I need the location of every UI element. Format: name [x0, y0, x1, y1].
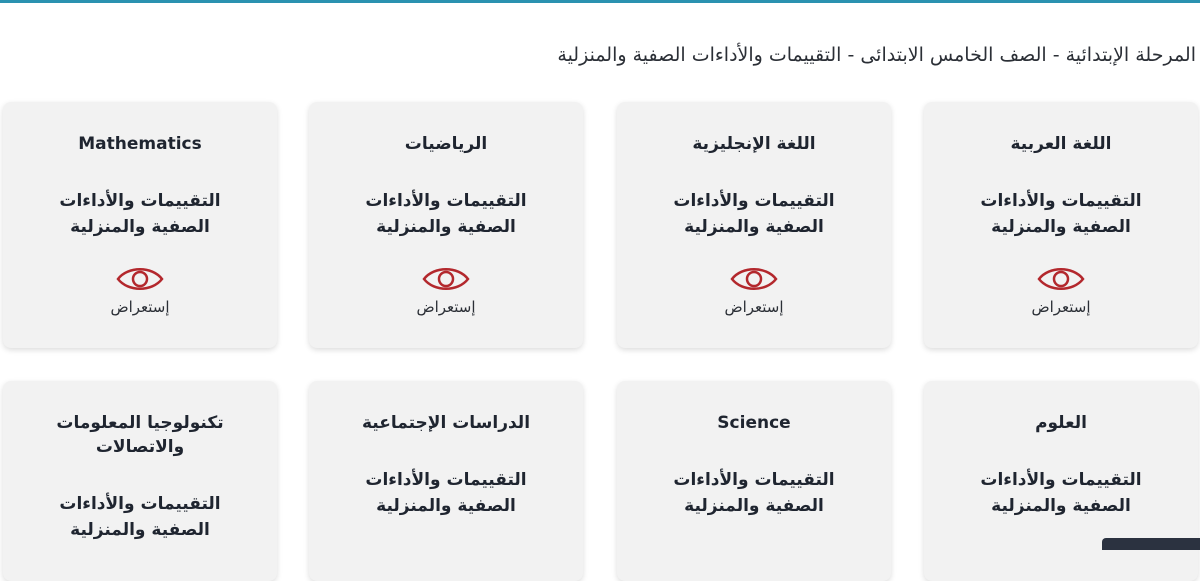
- card-description-line1: التقييمات والأداءات: [673, 191, 835, 211]
- card-description-line1: التقييمات والأداءات: [980, 191, 1142, 211]
- view-link[interactable]: إستعراض: [80, 298, 200, 316]
- card-description-line1: التقييمات والأداءات: [980, 470, 1142, 490]
- card-description-line1: التقييمات والأداءات: [59, 494, 221, 514]
- subjects-grid: اللغة العربية التقييمات والأداءات الصفية…: [0, 0, 1200, 581]
- card-description: التقييمات والأداءات الصفية والمنزلية: [944, 467, 1178, 519]
- eye-icon[interactable]: [730, 264, 778, 294]
- card-description: التقييمات والأداءات الصفية والمنزلية: [944, 188, 1178, 240]
- card-title: الرياضيات: [404, 134, 488, 154]
- card-title: تكنولوجيا المعلومات والاتصالات: [56, 413, 224, 457]
- subject-card-math-ar[interactable]: الرياضيات التقييمات والأداءات الصفية وال…: [309, 102, 583, 348]
- card-title: Mathematics: [78, 134, 202, 154]
- card-title: العلوم: [1035, 413, 1087, 433]
- floating-widget[interactable]: [1102, 538, 1200, 550]
- eye-icon[interactable]: [116, 264, 164, 294]
- card-description-line2: الصفية والمنزلية: [70, 520, 210, 540]
- view-link[interactable]: إستعراض: [694, 298, 814, 316]
- subject-card-science[interactable]: Science التقييمات والأداءات الصفية والمن…: [617, 381, 891, 581]
- card-description: التقييمات والأداءات الصفية والمنزلية: [329, 467, 563, 519]
- card-title: اللغة الإنجليزية: [692, 134, 816, 154]
- card-description-line2: الصفية والمنزلية: [684, 217, 824, 237]
- card-title: الدراسات الإجتماعية: [361, 413, 531, 433]
- subject-card-ict[interactable]: تكنولوجيا المعلومات والاتصالات التقييمات…: [3, 381, 277, 581]
- view-link[interactable]: إستعراض: [386, 298, 506, 316]
- eye-icon[interactable]: [422, 264, 470, 294]
- card-description: التقييمات والأداءات الصفية والمنزلية: [637, 467, 871, 519]
- subject-card-mathematics[interactable]: Mathematics التقييمات والأداءات الصفية و…: [3, 102, 277, 348]
- card-description-line2: الصفية والمنزلية: [376, 496, 516, 516]
- eye-icon[interactable]: [1037, 264, 1085, 294]
- card-description: التقييمات والأداءات الصفية والمنزلية: [23, 491, 257, 543]
- card-title: اللغة العربية: [1010, 134, 1112, 154]
- card-description: التقييمات والأداءات الصفية والمنزلية: [637, 188, 871, 240]
- card-description-line2: الصفية والمنزلية: [991, 496, 1131, 516]
- card-description-line2: الصفية والمنزلية: [376, 217, 516, 237]
- card-description-line1: التقييمات والأداءات: [365, 191, 527, 211]
- card-description-line1: التقييمات والأداءات: [365, 470, 527, 490]
- card-description-line1: التقييمات والأداءات: [59, 191, 221, 211]
- subject-card-social-studies[interactable]: الدراسات الإجتماعية التقييمات والأداءات …: [309, 381, 583, 581]
- card-description-line2: الصفية والمنزلية: [991, 217, 1131, 237]
- view-link[interactable]: إستعراض: [1001, 298, 1121, 316]
- card-description: التقييمات والأداءات الصفية والمنزلية: [23, 188, 257, 240]
- card-description-line2: الصفية والمنزلية: [70, 217, 210, 237]
- card-description-line1: التقييمات والأداءات: [673, 470, 835, 490]
- card-description-line2: الصفية والمنزلية: [684, 496, 824, 516]
- subject-card-arabic[interactable]: اللغة العربية التقييمات والأداءات الصفية…: [924, 102, 1198, 348]
- subject-card-science-ar[interactable]: العلوم التقييمات والأداءات الصفية والمنز…: [924, 381, 1198, 581]
- card-title: Science: [717, 413, 791, 433]
- subject-card-english[interactable]: اللغة الإنجليزية التقييمات والأداءات الص…: [617, 102, 891, 348]
- card-description: التقييمات والأداءات الصفية والمنزلية: [329, 188, 563, 240]
